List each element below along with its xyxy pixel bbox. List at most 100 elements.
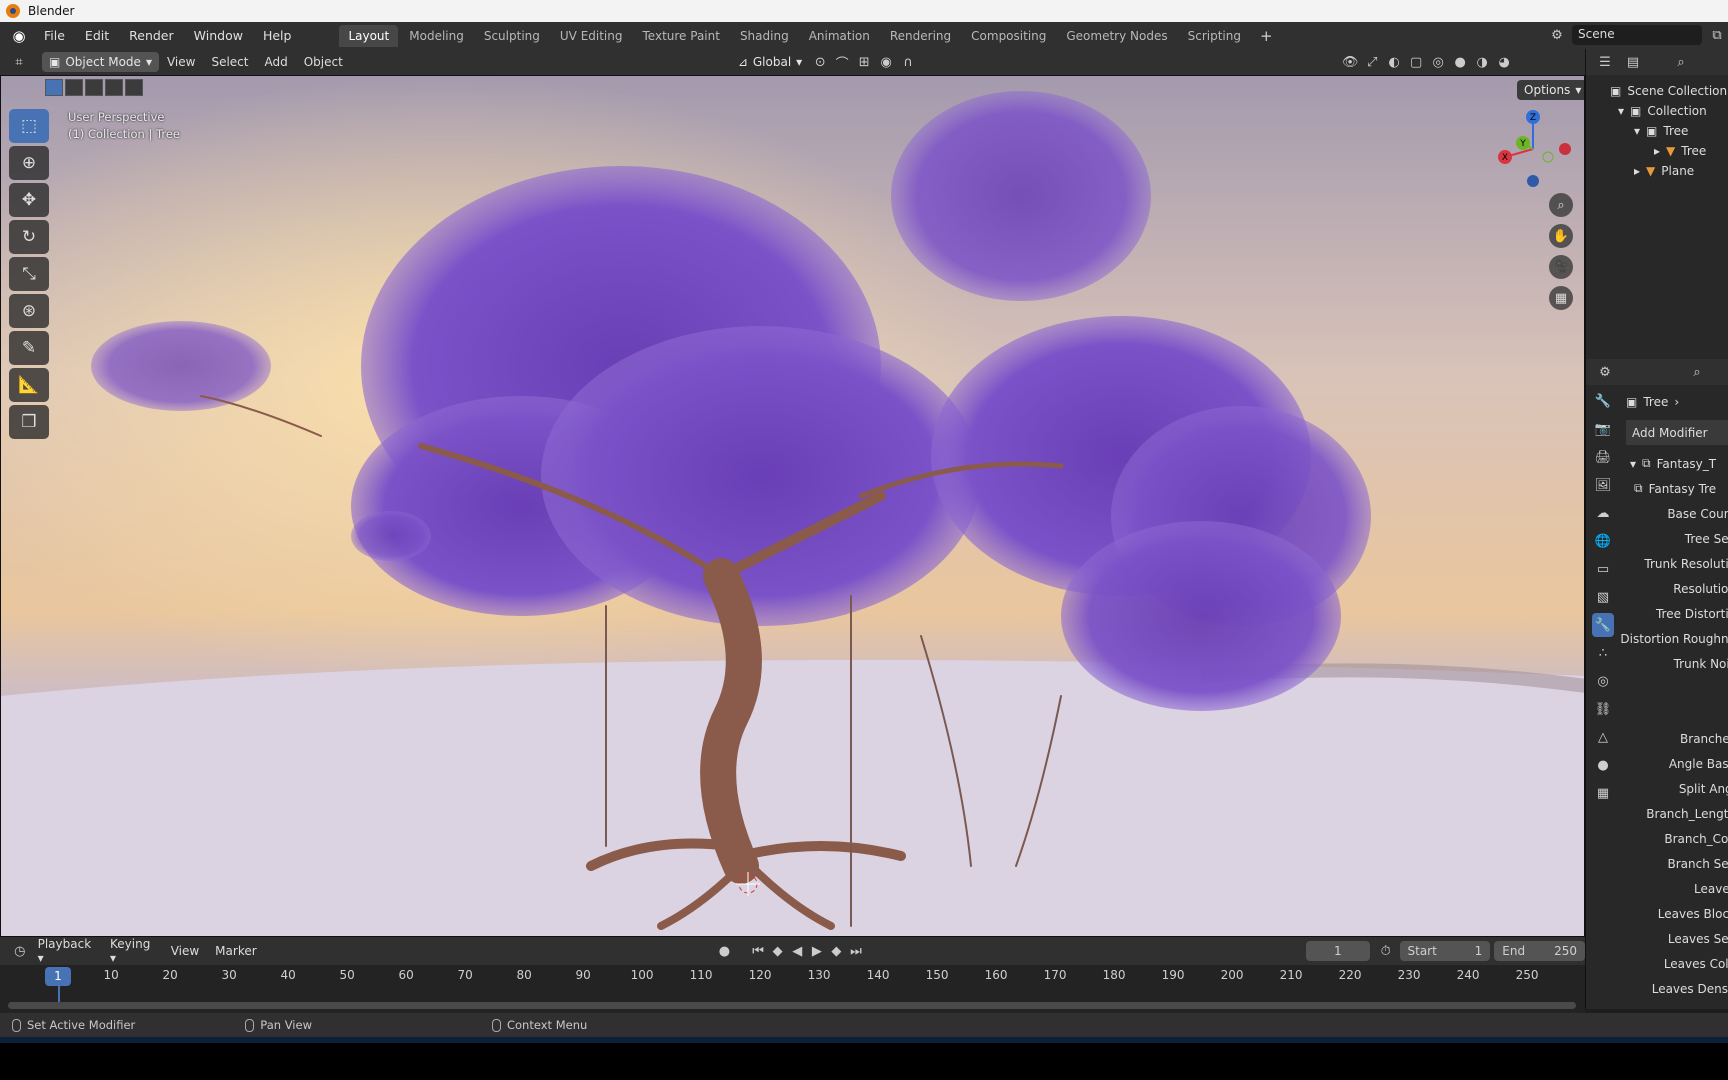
options-dropdown[interactable]: Options ▾ [1517,80,1584,100]
field-leaves[interactable]: Leaves [1626,876,1728,901]
outliner-plane-object[interactable]: ▸ ▼ Plane [1610,161,1728,181]
timeline-editor-icon[interactable]: ◷ [10,941,30,961]
material-shading-icon[interactable]: ◑ [1471,52,1493,72]
menu-timeline-view[interactable]: View [163,941,207,961]
field-trunk-resolution[interactable]: Trunk Resolutio [1626,551,1728,576]
snap-icon[interactable]: ⌒ [831,52,853,72]
field-branch-count[interactable]: Branch_Cou [1626,826,1728,851]
field-leaves-color[interactable]: Leaves Colo [1626,951,1728,976]
transform-orientation-dropdown[interactable]: ⊿ Global ▾ [731,52,809,72]
properties-editor-icon[interactable]: ⚙ [1594,362,1616,382]
pivot-icon[interactable]: ⊙ [809,52,831,72]
field-leaves-seed[interactable]: Leaves See [1626,926,1728,951]
render-tab-icon[interactable]: 📷 [1592,417,1614,441]
playhead-frame[interactable]: 1 [45,967,71,986]
transform-tool-icon[interactable]: ⊛ [9,294,49,328]
expand-icon[interactable]: ▸ [1654,144,1660,158]
annotate-tool-icon[interactable]: ✎ [9,331,49,365]
select-subtract-icon[interactable] [85,79,103,96]
field-angle-base[interactable]: Angle Base [1626,751,1728,776]
editor-type-icon[interactable]: ⌗ [8,52,30,72]
menu-help[interactable]: Help [255,25,300,46]
field-branch-length[interactable]: Branch_Length [1626,801,1728,826]
add-workspace-icon[interactable]: + [1252,25,1281,47]
physics-tab-icon[interactable]: ◎ [1592,669,1614,693]
jump-start-icon[interactable]: ⏮ [748,941,768,961]
frame-ruler[interactable]: 10 20 30 40 50 60 70 80 90 100 110 120 130 140 150 160 1… [0,965,1585,987]
prev-keyframe-icon[interactable]: ◆ [768,941,788,961]
mode-dropdown[interactable]: ▣ Object Mode ▾ [42,52,159,72]
select-box-tool-icon[interactable]: ⬚ [9,109,49,143]
measure-tool-icon[interactable]: 📐 [9,368,49,402]
start-frame-field[interactable]: Start 1 [1399,941,1491,961]
wireframe-shading-icon[interactable]: ◎ [1427,52,1449,72]
snap-target-icon[interactable]: ⊞ [853,52,875,72]
menu-view[interactable]: View [159,52,203,72]
pan-hand-icon[interactable]: ✋ [1549,224,1573,248]
add-cube-tool-icon[interactable]: ❒ [9,405,49,439]
collection-tab-icon[interactable]: ▭ [1592,557,1614,581]
menu-playback[interactable]: Playback ▾ [30,934,102,968]
overlay-icon[interactable]: ◐ [1383,52,1405,72]
outliner-editor-icon[interactable]: ☰ [1594,52,1616,72]
timeline-scrollbar[interactable] [8,1002,1576,1009]
menu-window[interactable]: Window [186,25,251,46]
select-invert-icon[interactable] [105,79,123,96]
menu-keying[interactable]: Keying ▾ [102,934,163,968]
field-branch-seed[interactable]: Branch See [1626,851,1728,876]
ortho-grid-icon[interactable]: ▦ [1549,286,1573,310]
end-frame-field[interactable]: End 250 [1494,941,1586,961]
tab-geometry-nodes[interactable]: Geometry Nodes [1057,25,1176,47]
tab-sculpting[interactable]: Sculpting [475,25,549,47]
play-icon[interactable]: ▶ [807,941,827,961]
tab-scripting[interactable]: Scripting [1179,25,1250,47]
jump-end-icon[interactable]: ⏭ [846,941,866,961]
select-intersect-icon[interactable] [125,79,143,96]
select-extend-icon[interactable] [65,79,83,96]
falloff-icon[interactable]: ∩ [897,52,919,72]
output-tab-icon[interactable]: 🖨 [1592,445,1614,469]
menu-file[interactable]: File [36,25,73,46]
tab-layout[interactable]: Layout [339,24,399,47]
navigation-gizmo[interactable]: Z X Y [1493,109,1573,189]
play-reverse-icon[interactable]: ◀ [787,941,807,961]
field-trunk-noise[interactable]: Trunk Nois [1626,651,1728,676]
field-leaves-block[interactable]: Leaves Block [1626,901,1728,926]
zoom-icon[interactable]: ⌕ [1549,193,1573,217]
auto-keying-icon[interactable]: ● [715,941,735,961]
world-tab-icon[interactable]: 🌐 [1592,529,1614,553]
rendered-shading-icon[interactable]: ◕ [1493,52,1515,72]
search-icon[interactable]: ⌕ [1670,52,1692,72]
menu-select[interactable]: Select [203,52,256,72]
field-tree-distortion[interactable]: Tree Distortio [1626,601,1728,626]
view-layer-tab-icon[interactable]: 🖼 [1592,473,1614,497]
outliner-tree-object[interactable]: ▸ ▼ Tree [1610,141,1728,161]
search-icon[interactable]: ⌕ [1686,362,1708,382]
chevron-down-icon[interactable]: ▾ [1630,457,1636,471]
camera-view-icon[interactable]: 🎥 [1549,255,1573,279]
nodegroup-selector[interactable]: ⧉ Fantasy Tre [1626,476,1728,501]
new-scene-icon[interactable]: ⧉ [1706,25,1728,45]
scene-icon[interactable]: ⚙ [1546,25,1568,45]
proportional-edit-icon[interactable]: ◉ [875,52,897,72]
menu-marker[interactable]: Marker [207,941,264,961]
tab-rendering[interactable]: Rendering [881,25,960,47]
scene-tab-icon[interactable]: ☁ [1592,501,1614,525]
menu-add[interactable]: Add [256,52,295,72]
3d-viewport[interactable]: ⬚ ⊕ ✥ ↻ ⤡ ⊛ ✎ 📐 ❒ User Perspective (1) C… [0,75,1585,937]
field-distortion-roughness[interactable]: Distortion Roughne [1620,626,1728,651]
stopwatch-icon[interactable]: ⏱ [1376,941,1396,961]
tool-tab-icon[interactable]: 🔧 [1592,389,1614,413]
scale-tool-icon[interactable]: ⤡ [9,257,49,291]
field-resolution[interactable]: Resolution [1626,576,1728,601]
field-branches[interactable]: Branches [1626,726,1728,751]
menu-object[interactable]: Object [296,52,351,72]
constraints-tab-icon[interactable]: ⛓ [1592,697,1614,721]
menu-render[interactable]: Render [121,25,182,46]
data-tab-icon[interactable]: △ [1592,725,1614,749]
expand-icon[interactable]: ▾ [1618,104,1624,118]
field-split-angle[interactable]: Split Angl [1626,776,1728,801]
outliner-scene-collection[interactable]: ▣ Scene Collection [1610,81,1728,101]
outliner-tree-collection[interactable]: ▾ ▣ Tree [1610,121,1728,141]
particles-tab-icon[interactable]: ∴ [1592,641,1614,665]
